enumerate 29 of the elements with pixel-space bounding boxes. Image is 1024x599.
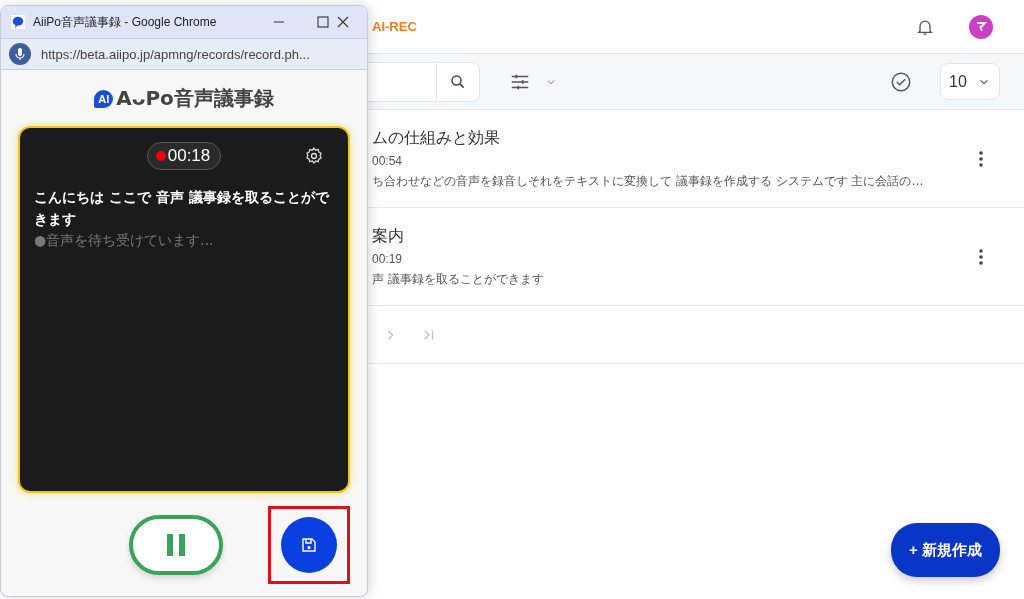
search-icon[interactable]	[449, 72, 467, 91]
record-summary: ち合わせなどの音声を録音しそれをテキストに変換して 議事録を作成する システムです 主に会話の…	[372, 172, 925, 190]
logo-text: AᴗPo音声議事録	[116, 85, 274, 112]
check-circle-icon[interactable]	[890, 70, 912, 93]
page-size-select[interactable]: 10	[940, 63, 1000, 100]
maximize-icon[interactable]	[317, 16, 329, 28]
app-icon	[11, 15, 25, 29]
record-duration: 00:54	[372, 153, 404, 168]
microphone-icon[interactable]	[9, 43, 31, 65]
more-icon[interactable]	[979, 150, 983, 167]
record-title: 案内	[372, 225, 405, 247]
avatar-icon[interactable]	[969, 14, 993, 39]
pause-button[interactable]	[129, 515, 223, 575]
brand-name: AI-REC	[372, 19, 417, 34]
url-text: https://beta.aiipo.jp/apmng/records/record.ph...	[41, 46, 310, 62]
settings-icon[interactable]	[304, 146, 324, 166]
new-record-button[interactable]: + 新規作成	[891, 523, 1000, 577]
logo-badge: AI	[94, 89, 114, 108]
save-button[interactable]	[281, 517, 337, 573]
close-icon[interactable]	[337, 16, 349, 28]
more-icon[interactable]	[979, 248, 983, 265]
window-title: AiiPo音声議事録 - Google Chrome	[33, 13, 217, 31]
status-text: ●音声を待ち受けています...	[34, 232, 215, 250]
timer-text: 00:18	[167, 146, 211, 166]
record-summary: 声 議事録を取ることができます	[372, 270, 545, 288]
record-title: ムの仕組みと効果	[372, 127, 501, 149]
record-duration: 00:19	[372, 251, 404, 266]
pause-icon	[166, 534, 186, 556]
floppy-disk-icon	[301, 537, 317, 553]
